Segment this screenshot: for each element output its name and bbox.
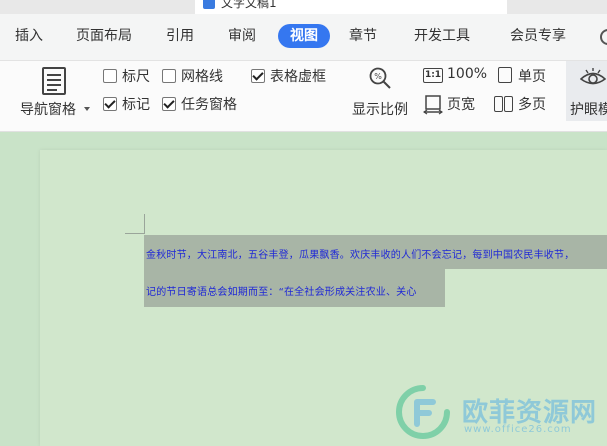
eye-icon	[580, 68, 606, 85]
single-page-label: 单页	[518, 69, 546, 85]
eye-care-label: 护眼模式	[570, 102, 607, 118]
tab-references[interactable]: 引用	[166, 24, 194, 48]
document-icon	[203, 0, 215, 9]
markup-checkbox[interactable]	[103, 97, 117, 111]
gridlines-label: 网格线	[181, 69, 223, 85]
tab-page-layout[interactable]: 页面布局	[76, 24, 132, 48]
markup-label: 标记	[122, 97, 150, 113]
multi-page-icon	[494, 96, 503, 112]
eye-care-button[interactable]: 护眼模式	[566, 61, 607, 121]
tab-developer[interactable]: 开发工具	[414, 24, 470, 48]
document-line-1[interactable]: 金秋时节，大江南北，五谷丰登，瓜果飘香。欢庆丰收的人们不会忘记，每到中国农民丰收…	[146, 246, 574, 261]
zoom-icon: %	[369, 67, 391, 89]
hundred-percent-label: 100%	[447, 66, 488, 82]
svg-text:%: %	[374, 72, 382, 81]
chevron-down-icon	[84, 107, 90, 111]
one-to-one-icon: 1:1	[423, 68, 443, 83]
watermark-logo	[396, 385, 450, 439]
ruler-checkbox[interactable]	[103, 69, 117, 83]
single-page-icon	[498, 67, 512, 83]
ruler-label: 标尺	[122, 69, 150, 85]
multi-page-label: 多页	[518, 97, 546, 113]
tab-sections[interactable]: 章节	[349, 24, 377, 48]
search-icon[interactable]	[600, 29, 607, 45]
page-width-icon	[423, 95, 443, 115]
table-gridlines-checkbox[interactable]	[251, 69, 265, 83]
tab-review[interactable]: 审阅	[228, 24, 256, 48]
watermark-url: www.office26.com	[464, 424, 572, 435]
zoom-label: 显示比例	[352, 102, 408, 118]
margin-mark	[125, 233, 145, 234]
gridlines-checkbox[interactable]	[162, 69, 176, 83]
task-pane-label: 任务窗格	[181, 97, 237, 113]
title-strip: 文字文稿1	[0, 0, 607, 14]
table-gridlines-label: 表格虚框	[270, 69, 326, 85]
view-ribbon: 导航窗格 标尺 网格线 表格虚框 标记 任务窗格 % 显示比例 1:1 100%	[0, 61, 607, 132]
tab-member[interactable]: 会员专享	[510, 24, 566, 48]
list-icon	[42, 67, 66, 95]
document-tab[interactable]: 文字文稿1	[195, 0, 507, 14]
document-line-2[interactable]: 记的节日寄语总会如期而至：“在全社会形成关注农业、关心	[146, 283, 417, 298]
tab-insert[interactable]: 插入	[15, 24, 43, 48]
tab-view[interactable]: 视图	[278, 24, 330, 48]
nav-pane-label: 导航窗格	[20, 102, 76, 118]
multi-page-icon-2	[504, 96, 513, 112]
task-pane-checkbox[interactable]	[162, 97, 176, 111]
menu-bar: 插入 页面布局 引用 审阅 视图 章节 开发工具 会员专享	[0, 14, 607, 61]
page-width-label: 页宽	[447, 97, 475, 113]
margin-mark-vertical	[144, 214, 145, 234]
document-tab-title: 文字文稿1	[221, 0, 277, 10]
wps-writer-window: 文字文稿1 插入 页面布局 引用 审阅 视图 章节 开发工具 会员专享 导航窗格…	[0, 0, 607, 446]
